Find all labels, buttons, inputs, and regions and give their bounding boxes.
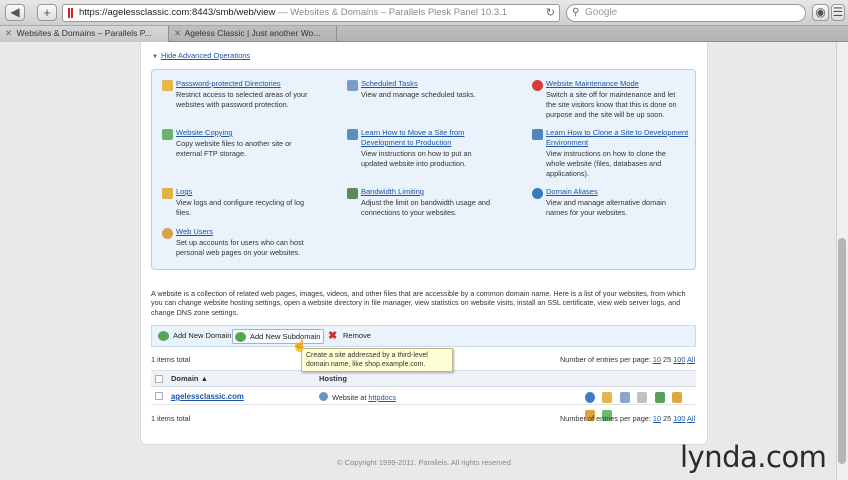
logs-row-icon[interactable] [672, 392, 683, 403]
domain-table-header: Domain ▲ Hosting [151, 370, 696, 387]
add-new-subdomain-button[interactable]: Add New Subdomain [232, 329, 325, 344]
statistics-icon[interactable] [654, 392, 665, 403]
stop-icon[interactable]: ◉ [812, 4, 829, 21]
remove-button[interactable]: ✖ Remove [326, 329, 371, 344]
entries-per-page-bottom: Number of entries per page: 10 25 100 Al… [560, 414, 696, 423]
page-menu-icon[interactable]: ☰ [831, 4, 845, 21]
domain-link[interactable]: agelessclassic.com [171, 392, 244, 401]
lynda-watermark: lynda.com [680, 440, 827, 474]
no-entry-icon [532, 80, 543, 91]
column-domain[interactable]: Domain ▲ [171, 374, 208, 383]
settings-icon[interactable] [619, 392, 630, 403]
website-globe-icon [319, 392, 328, 401]
move-site-icon [347, 129, 358, 140]
httpdocs-link[interactable]: httpdocs [368, 393, 396, 402]
items-total-bottom: 1 items total [151, 414, 191, 423]
browser-toolbar: ◀ + https://agelessclassic.com:8443/smb/… [0, 0, 848, 26]
domain-alias-icon [532, 188, 543, 199]
add-subdomain-icon [235, 332, 246, 342]
web-users-icon [162, 228, 173, 239]
tab-websites-domains[interactable]: ✕ Websites & Domains – Parallels P... [0, 26, 169, 42]
collapse-arrow-icon: ▼ [152, 54, 158, 60]
hosting-cell: Website at httpdocs [319, 392, 396, 402]
page-size-all[interactable]: All [687, 355, 695, 364]
search-field[interactable]: ⚲ Google [566, 4, 806, 22]
table-row: agelessclassic.com Website at httpdocs [151, 388, 696, 421]
ssl-icon[interactable] [637, 392, 648, 403]
tab-strip: ✕ Websites & Domains – Parallels P... ✕ … [0, 26, 848, 42]
close-tab-icon[interactable]: ✕ [174, 26, 181, 41]
hide-advanced-toggle[interactable]: ▼ Hide Advanced Operations [152, 51, 250, 60]
clone-site-icon [532, 129, 543, 140]
add-bookmark-button[interactable]: + [37, 4, 57, 21]
add-new-domain-button[interactable]: Add New Domain [156, 329, 231, 344]
page-size-100[interactable]: 100 [673, 414, 685, 423]
scrollbar-thumb[interactable] [838, 238, 846, 464]
file-manager-icon[interactable] [602, 392, 613, 403]
bandwidth-icon [347, 188, 358, 199]
entries-per-page: Number of entries per page: 10 25 100 Al… [560, 355, 696, 364]
open-site-icon[interactable] [585, 392, 595, 403]
page-size-100[interactable]: 100 [673, 355, 685, 364]
column-hosting: Hosting [319, 374, 347, 383]
search-icon: ⚲ [572, 7, 580, 18]
select-all-checkbox[interactable] [155, 375, 163, 383]
back-button[interactable]: ◀ [5, 4, 25, 21]
items-total: 1 items total [151, 355, 191, 364]
close-tab-icon[interactable]: ✕ [5, 26, 12, 41]
folder-lock-icon [162, 80, 173, 91]
row-checkbox[interactable] [155, 392, 163, 400]
reload-icon[interactable]: ↻ [546, 5, 555, 21]
websites-description: A website is a collection of related web… [151, 289, 686, 317]
action-toolbar: Add New Domain Add New Subdomain ✖ Remov… [151, 325, 696, 347]
calendar-icon [347, 80, 358, 91]
page-size-25: 25 [663, 355, 672, 364]
page-size-10[interactable]: 10 [653, 414, 661, 423]
tab-ageless-classic[interactable]: ✕ Ageless Classic | Just another Wo... [169, 26, 337, 42]
hand-cursor-icon: ☝ [292, 338, 307, 352]
logs-icon [162, 188, 173, 199]
subdomain-tooltip: Create a site addressed by a third-level… [301, 348, 453, 372]
copy-icon [162, 129, 173, 140]
page-size-10[interactable]: 10 [653, 355, 661, 364]
page-size-25: 25 [663, 414, 672, 423]
remove-icon: ✖ [328, 330, 338, 342]
add-domain-icon [158, 331, 169, 341]
page-size-all[interactable]: All [687, 414, 695, 423]
parallels-flag-icon [68, 8, 70, 18]
address-bar[interactable]: https://agelessclassic.com:8443/smb/web/… [62, 4, 560, 22]
